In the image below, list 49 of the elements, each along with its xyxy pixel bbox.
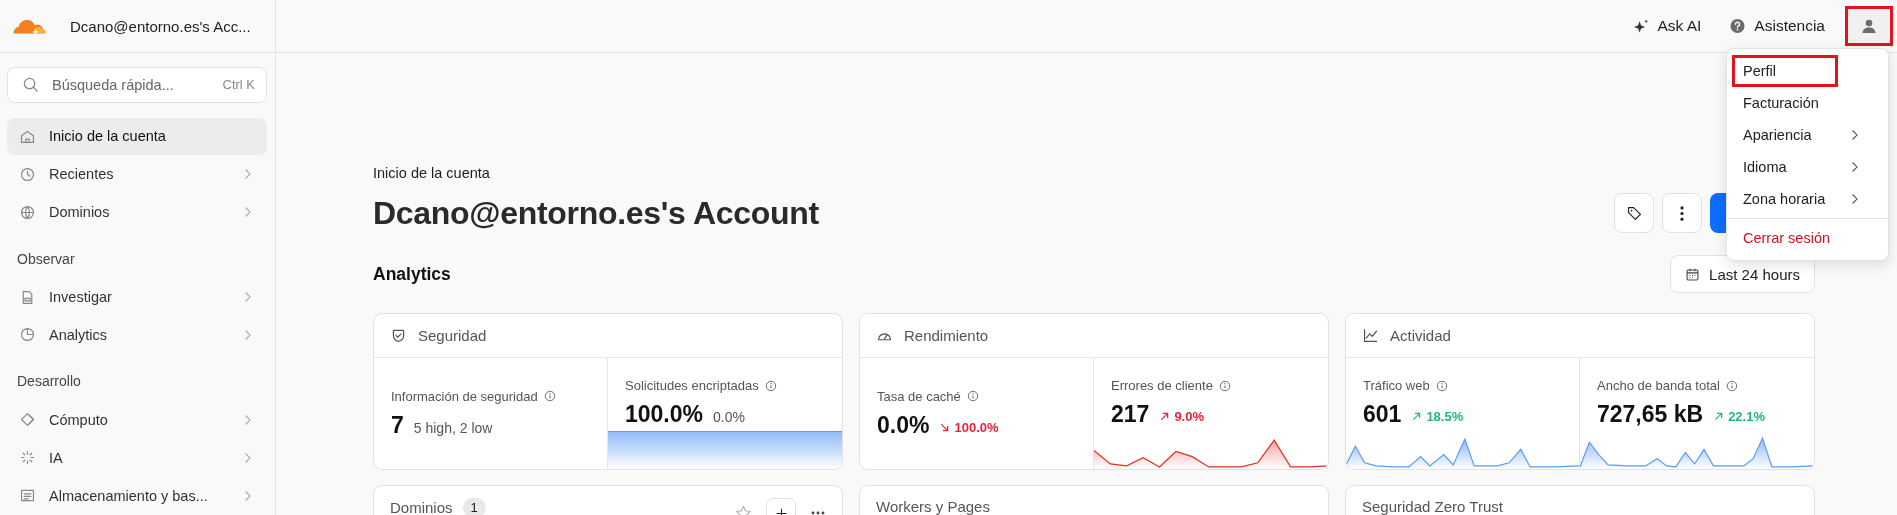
delta-value: 100.0%: [954, 419, 999, 435]
menu-item[interactable]: Facturación: [1732, 87, 1883, 119]
metric-label: Errores de cliente: [1111, 378, 1213, 393]
sidebar-item[interactable]: IA: [7, 439, 267, 477]
sidebar-item[interactable]: Cómputo: [7, 401, 267, 439]
delta-value: 18.5%: [1426, 409, 1464, 424]
metric-label: Información de seguridad: [391, 388, 538, 404]
card-title: Actividad: [1390, 327, 1451, 344]
count-badge: 1: [462, 498, 486, 515]
menu-item[interactable]: Cerrar sesión: [1732, 222, 1883, 254]
menu-item[interactable]: Perfil: [1732, 55, 1838, 87]
metric-value: 7: [391, 411, 404, 439]
metric-value: 217: [1111, 401, 1150, 428]
metric-note: 5 high, 2 low: [413, 419, 493, 436]
metric-value: 100.0%: [625, 401, 703, 428]
card-title: Seguridad Zero Trust: [1362, 498, 1503, 515]
ask-ai-button[interactable]: Ask AI: [1624, 11, 1710, 41]
sidebar-item[interactable]: Analytics: [7, 316, 267, 354]
sidebar-item[interactable]: Inicio de la cuenta: [7, 118, 267, 155]
metric-value: 601: [1363, 401, 1402, 428]
sidebar-heading: Desarrollo: [16, 372, 82, 392]
sidebar-item[interactable]: Investigar: [7, 278, 267, 316]
time-range-button[interactable]: Last 24 hours: [1670, 255, 1815, 293]
delta-value: 9.0%: [1174, 409, 1204, 424]
card-title: Seguridad: [418, 327, 487, 344]
menu-item[interactable]: Apariencia: [1732, 119, 1883, 151]
section-title: Analytics: [373, 263, 451, 285]
metric-label: Tráfico web: [1363, 378, 1430, 393]
account-name: Dcano@entorno.es's Acc...: [70, 17, 251, 35]
sidebar-item[interactable]: Dominios: [7, 193, 267, 231]
metric-note: 0.0%: [713, 409, 745, 425]
menu-item[interactable]: Idioma: [1732, 151, 1883, 183]
metric-label: Ancho de banda total: [1597, 378, 1720, 393]
delta-value: 22.1%: [1728, 409, 1765, 424]
metric-value: 727,65 kB: [1597, 401, 1704, 428]
help-button[interactable]: Asistencia: [1721, 11, 1833, 41]
metric-label: Solicitudes encriptadas: [625, 378, 759, 393]
card-title: Workers y Pages: [876, 498, 990, 515]
sidebar-heading: Observar: [16, 249, 76, 269]
breadcrumb: Inicio de la cuenta: [373, 165, 490, 181]
menu-item[interactable]: Zona horaria: [1732, 183, 1883, 215]
card-title: Rendimiento: [904, 327, 989, 344]
metric-label: Tasa de caché: [877, 388, 961, 404]
card-title: Dominios: [390, 499, 453, 515]
page-title: Dcano@entorno.es's Account: [373, 194, 819, 232]
sidebar-item[interactable]: Recientes: [7, 155, 267, 193]
shortcut-hint: Ctrl K: [222, 77, 255, 92]
metric-value: 0.0%: [877, 411, 930, 439]
sidebar-item[interactable]: Almacenamiento y bas...: [7, 477, 267, 514]
